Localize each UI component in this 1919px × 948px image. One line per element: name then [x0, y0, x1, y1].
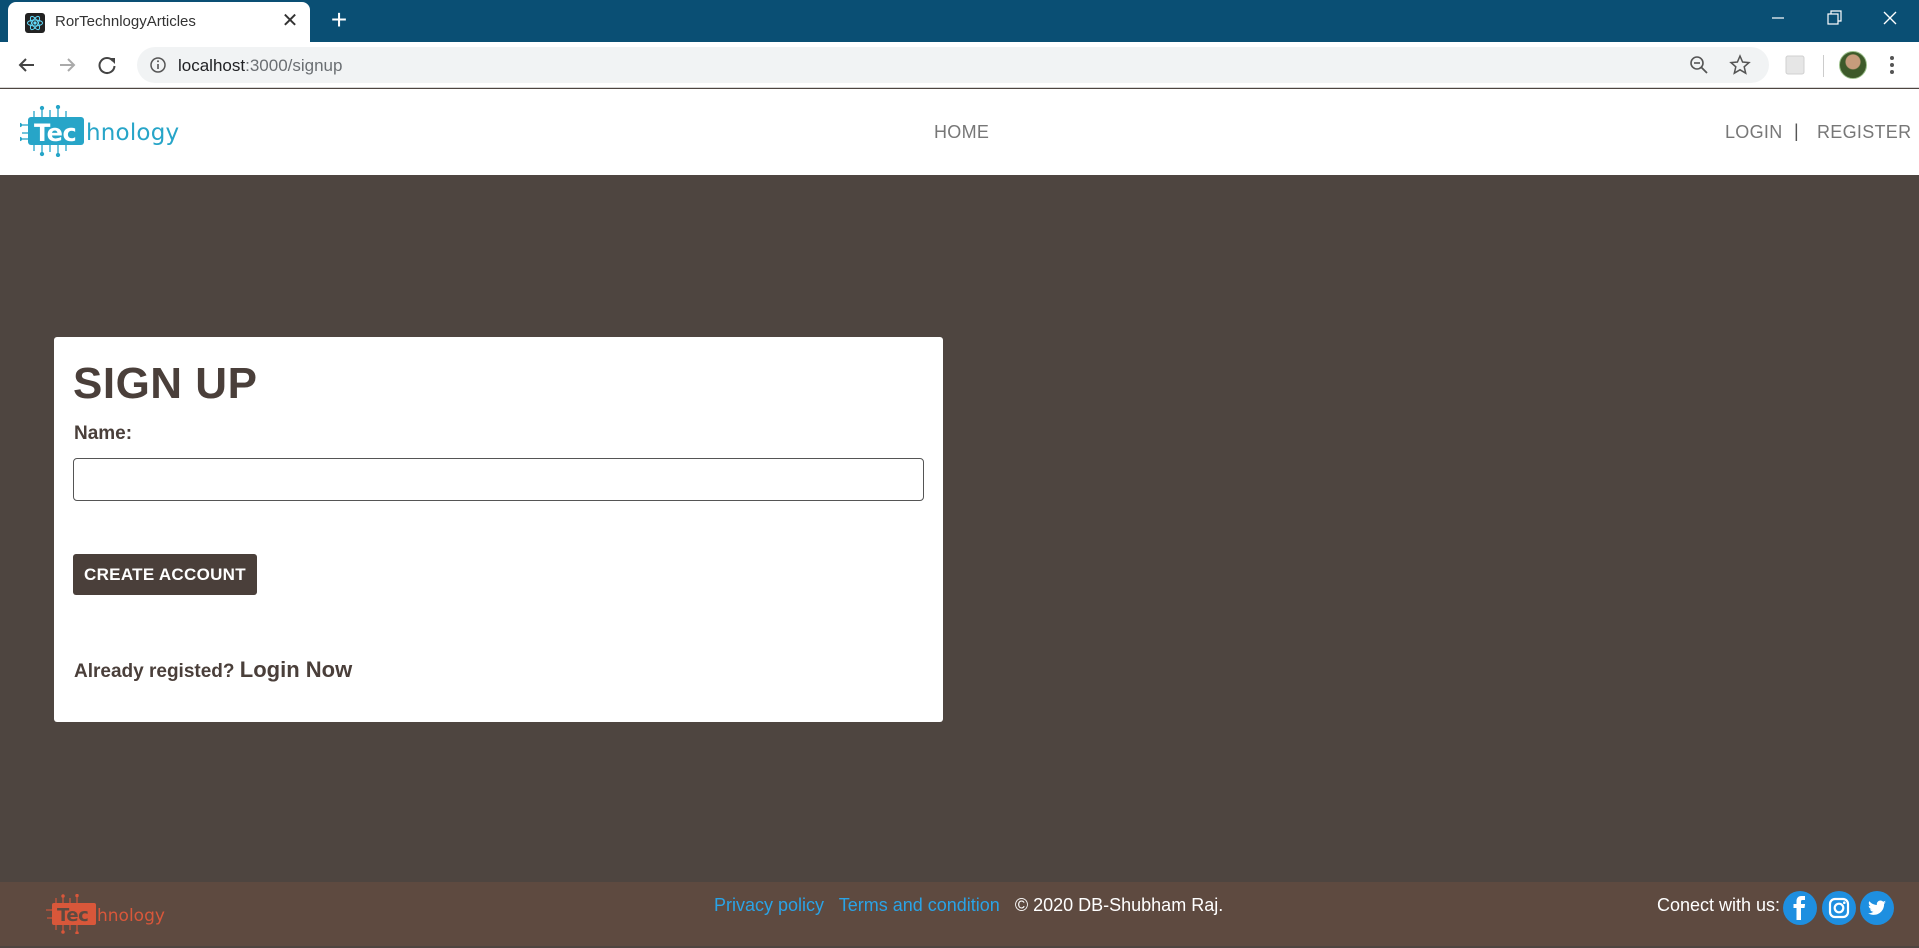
url-text[interactable]: localhost:3000/signup	[178, 56, 342, 76]
nav-home-link[interactable]: HOME	[934, 122, 989, 143]
window-close-icon[interactable]	[1862, 0, 1918, 36]
connect-label: Conect with us:	[1657, 895, 1781, 915]
technology-logo[interactable]: Tec hnology	[17, 104, 185, 158]
footer-logo-text-rest: hnology	[97, 906, 165, 926]
bookmark-star-icon[interactable]	[1729, 54, 1751, 76]
window-minimize-icon[interactable]	[1750, 0, 1806, 36]
new-tab-icon[interactable]: +	[324, 5, 354, 35]
back-arrow-icon[interactable]	[11, 49, 43, 81]
page-title: SIGN UP	[73, 359, 258, 408]
already-registered-text: Already registed? Login Now	[74, 657, 352, 683]
browser-tab-bar: RorTechnlogyArticles ✕ +	[0, 0, 1919, 42]
kebab-menu-icon[interactable]	[1882, 53, 1902, 77]
nav-separator: |	[1794, 121, 1799, 141]
login-now-link[interactable]: Login Now	[240, 657, 352, 682]
twitter-icon[interactable]	[1860, 891, 1894, 925]
address-bar[interactable]: localhost:3000/signup	[137, 47, 1769, 83]
zoom-out-icon[interactable]	[1689, 55, 1709, 75]
extension-icon[interactable]	[1784, 54, 1806, 76]
already-registered-label: Already registed?	[74, 661, 235, 682]
nav-login-link[interactable]: LOGIN	[1725, 122, 1783, 143]
toolbar-divider	[1823, 55, 1824, 77]
tab-title: RorTechnlogyArticles	[55, 13, 196, 30]
footer-links: Privacy policy Terms and condition © 202…	[714, 895, 1223, 916]
profile-avatar[interactable]	[1839, 51, 1867, 79]
browser-tab[interactable]: RorTechnlogyArticles ✕	[8, 2, 310, 42]
window-restore-icon[interactable]	[1806, 0, 1862, 36]
name-label: Name:	[74, 423, 133, 444]
create-account-button[interactable]: CREATE ACCOUNT	[73, 554, 257, 595]
tab-close-icon[interactable]: ✕	[280, 10, 300, 32]
logo-text-rest: hnology	[86, 120, 180, 146]
react-favicon-icon	[25, 13, 45, 33]
reload-icon[interactable]	[91, 49, 123, 81]
site-info-icon[interactable]	[149, 56, 167, 74]
url-host: localhost	[178, 56, 246, 75]
terms-link[interactable]: Terms and condition	[839, 895, 1000, 915]
nav-register-link[interactable]: REGISTER	[1817, 122, 1911, 143]
copyright-text: © 2020 DB-Shubham Raj.	[1014, 895, 1224, 915]
name-input[interactable]	[73, 458, 924, 501]
browser-toolbar: localhost:3000/signup	[0, 42, 1919, 88]
site-footer: Tec hnology Privacy policy Terms and con…	[0, 882, 1919, 946]
signup-card: SIGN UP Name: CREATE ACCOUNT Already reg…	[54, 337, 943, 722]
logo-text-main: Tec	[34, 119, 77, 147]
facebook-icon[interactable]	[1783, 891, 1817, 925]
footer-logo[interactable]: Tec hnology	[46, 893, 178, 935]
instagram-icon[interactable]	[1822, 891, 1856, 925]
site-header: Tec hnology HOME LOGIN | REGISTER	[0, 89, 1919, 175]
footer-logo-text-main: Tec	[57, 905, 89, 926]
forward-arrow-icon[interactable]	[51, 49, 83, 81]
privacy-policy-link[interactable]: Privacy policy	[714, 895, 824, 915]
url-path: :3000/signup	[245, 56, 343, 75]
